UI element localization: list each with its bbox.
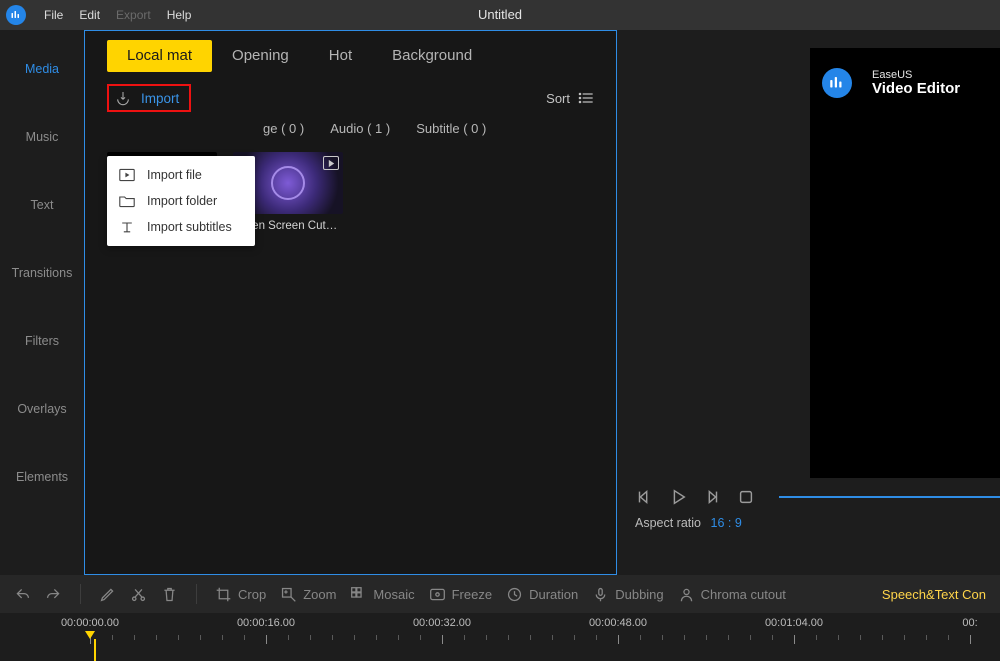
sidebar-item-elements[interactable]: Elements [0, 460, 84, 494]
folder-icon [119, 194, 135, 208]
delete-button[interactable] [161, 586, 178, 603]
menu-edit[interactable]: Edit [71, 8, 108, 22]
menu-file[interactable]: File [36, 8, 71, 22]
crop-button[interactable]: Crop [215, 586, 266, 603]
freeze-button[interactable]: Freeze [429, 586, 492, 603]
play-button[interactable] [669, 488, 687, 506]
import-icon [115, 90, 131, 106]
preview-panel: EaseUS Video Editor Aspect ratio 16 : 9 [617, 30, 1000, 575]
filter-subtitle[interactable]: Subtitle ( 0 ) [416, 121, 486, 142]
player-controls [617, 478, 1000, 506]
brand-small: EaseUS [872, 69, 960, 81]
edit-button[interactable] [99, 586, 116, 603]
filter-audio[interactable]: Audio ( 1 ) [330, 121, 390, 142]
text-icon [119, 220, 135, 234]
playhead[interactable] [85, 631, 95, 639]
sidebar-item-transitions[interactable]: Transitions [0, 256, 84, 290]
stop-button[interactable] [737, 488, 755, 506]
tick-label: 00: [962, 617, 977, 629]
video-badge-icon [323, 156, 339, 170]
timeline[interactable]: 00:00:00.00 00:00:16.00 00:00:32.00 00:00:4… [0, 613, 1000, 657]
split-button[interactable] [130, 586, 147, 603]
app-logo-icon [6, 5, 26, 25]
undo-button[interactable] [14, 586, 31, 603]
redo-button[interactable] [45, 586, 62, 603]
tick-label: 00:00:48.00 [589, 617, 647, 629]
tab-background[interactable]: Background [372, 40, 492, 72]
menu-help[interactable]: Help [159, 8, 200, 22]
tick-label: 00:00:32.00 [413, 617, 471, 629]
sort-icon [578, 91, 594, 105]
brand-watermark: EaseUS Video Editor [822, 68, 960, 98]
aspect-ratio-row[interactable]: Aspect ratio 16 : 9 [617, 506, 1000, 530]
menubar: File Edit Export Help [0, 0, 1000, 30]
timeline-toolbar: Crop Zoom Mosaic Freeze Duration Dubbing… [0, 575, 1000, 613]
import-folder-item[interactable]: Import folder [107, 188, 255, 214]
sidebar-item-media[interactable]: Media [0, 52, 84, 86]
sidebar-item-music[interactable]: Music [0, 120, 84, 154]
aspect-label: Aspect ratio [635, 516, 701, 530]
tick-label: 00:00:00.00 [61, 617, 119, 629]
sort-button[interactable]: Sort [546, 91, 594, 106]
zoom-button[interactable]: Zoom [280, 586, 336, 603]
aspect-value: 16 : 9 [711, 516, 742, 530]
speech-text-button[interactable]: Speech&Text Con [882, 587, 986, 602]
tab-local[interactable]: Local mat [107, 40, 212, 72]
import-dropdown: Import file Import folder Import subtitl… [107, 156, 255, 246]
tick-label: 00:00:16.00 [237, 617, 295, 629]
sidebar: Media Music Text Transitions Filters Ove… [0, 30, 84, 575]
brand-logo-icon [822, 68, 852, 98]
import-label: Import [141, 91, 179, 106]
file-play-icon [119, 168, 135, 182]
tick-label: 00:01:04.00 [765, 617, 823, 629]
prev-frame-button[interactable] [635, 488, 653, 506]
duration-button[interactable]: Duration [506, 586, 578, 603]
preview-canvas: EaseUS Video Editor [810, 48, 1000, 478]
filter-image[interactable]: ge ( 0 ) [263, 121, 304, 142]
dubbing-button[interactable]: Dubbing [592, 586, 663, 603]
import-button[interactable]: Import [107, 84, 191, 112]
brand-big: Video Editor [872, 81, 960, 98]
progress-bar[interactable] [779, 496, 1000, 498]
import-file-item[interactable]: Import file [107, 162, 255, 188]
import-subtitles-item[interactable]: Import subtitles [107, 214, 255, 240]
menu-export: Export [108, 8, 159, 22]
tab-opening[interactable]: Opening [212, 40, 309, 72]
sidebar-item-text[interactable]: Text [0, 188, 84, 222]
chroma-button[interactable]: Chroma cutout [678, 586, 786, 603]
sidebar-item-overlays[interactable]: Overlays [0, 392, 84, 426]
media-panel: Local mat Opening Hot Background Import … [84, 30, 617, 575]
sort-label: Sort [546, 91, 570, 106]
media-filter-row: ge ( 0 ) Audio ( 1 ) Subtitle ( 0 ) [85, 115, 616, 152]
next-frame-button[interactable] [703, 488, 721, 506]
tab-hot[interactable]: Hot [309, 40, 372, 72]
sidebar-item-filters[interactable]: Filters [0, 324, 84, 358]
mosaic-button[interactable]: Mosaic [350, 586, 414, 603]
